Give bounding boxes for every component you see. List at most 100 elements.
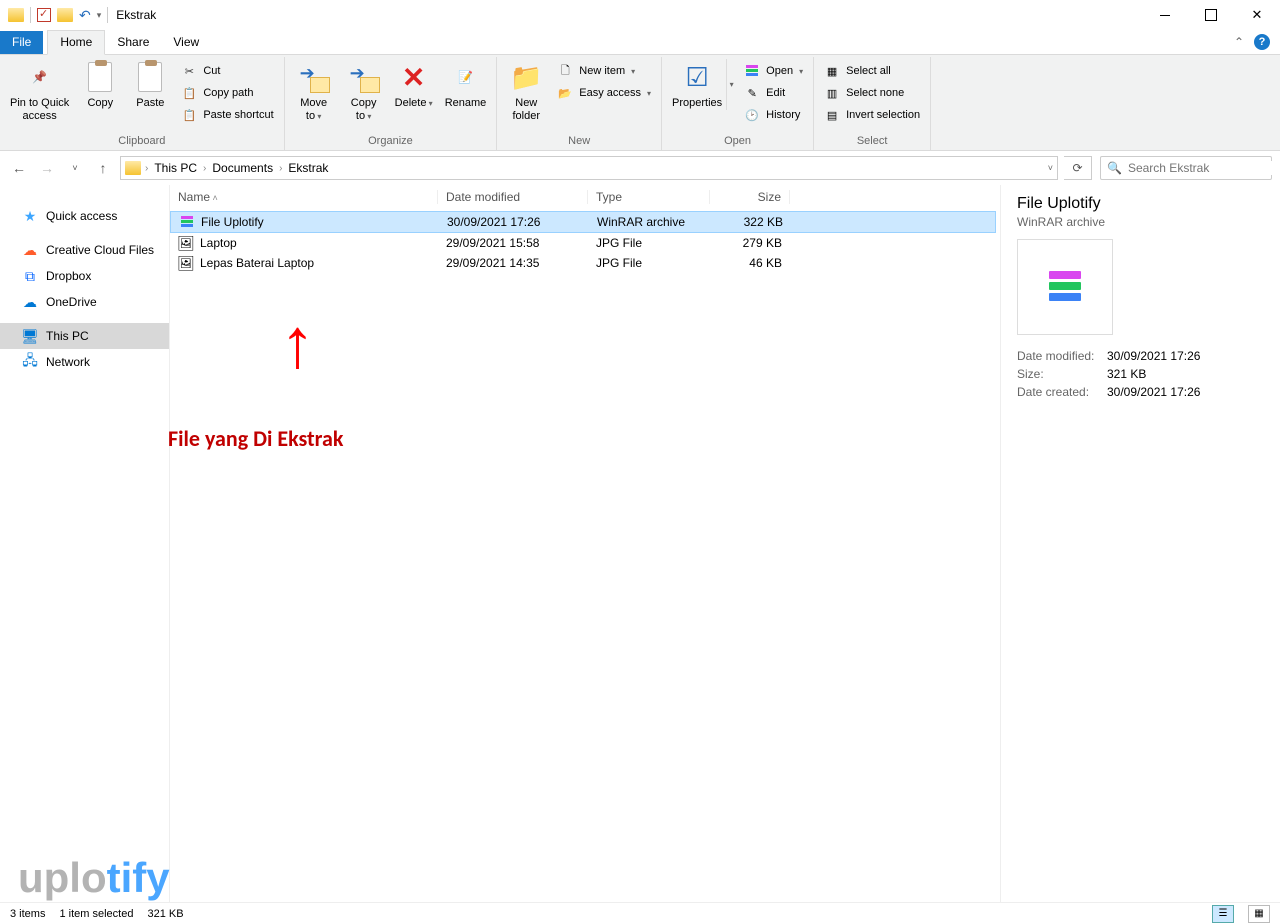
copy-button[interactable]: Copy: [77, 59, 123, 110]
sidebar-item-creative-cloud-files[interactable]: ☁Creative Cloud Files: [0, 237, 169, 263]
chevron-icon[interactable]: ›: [203, 163, 206, 174]
sidebar-item-label: Network: [46, 355, 90, 369]
window-title: Ekstrak: [116, 8, 156, 22]
file-row[interactable]: Lepas Baterai Laptop29/09/2021 14:35JPG …: [170, 253, 996, 273]
move-to-button[interactable]: ➔ Move to: [291, 59, 337, 123]
edit-icon: ✎: [744, 85, 760, 101]
file-type: JPG File: [588, 236, 710, 250]
pin-icon: [24, 61, 56, 93]
file-list: File Uplotify30/09/2021 17:26WinRAR arch…: [170, 209, 996, 273]
qat-folder-icon[interactable]: [8, 8, 24, 22]
select-all-button[interactable]: ▦Select all: [822, 61, 922, 81]
sidebar-item-label: Creative Cloud Files: [46, 243, 154, 257]
copy-path-button[interactable]: 📋Copy path: [179, 83, 275, 103]
up-button[interactable]: ↑: [92, 157, 114, 179]
network-icon: 🖧: [22, 354, 38, 370]
qat-separator: [30, 7, 31, 23]
pin-quick-access-button[interactable]: Pin to Quick access: [6, 59, 73, 123]
qat-undo-icon[interactable]: ↶: [79, 7, 91, 24]
new-folder-button[interactable]: 📁 New folder: [503, 59, 549, 123]
details-value: 30/09/2021 17:26: [1107, 385, 1200, 399]
edit-button[interactable]: ✎Edit: [742, 83, 805, 103]
paste-shortcut-button[interactable]: 📋Paste shortcut: [179, 105, 275, 125]
collapse-ribbon-icon[interactable]: [1234, 35, 1244, 49]
open-icon: [744, 63, 760, 79]
column-headers: Name Date modified Type Size: [170, 185, 996, 209]
paste-button[interactable]: Paste: [127, 59, 173, 110]
tab-home[interactable]: Home: [47, 30, 105, 55]
breadcrumb-thispc[interactable]: This PC: [152, 161, 199, 175]
rename-button[interactable]: 📝 Rename: [441, 59, 491, 110]
search-box[interactable]: 🔍: [1100, 156, 1272, 180]
cut-button[interactable]: Cut: [179, 61, 275, 81]
new-item-icon: 🗋: [557, 63, 573, 79]
back-button[interactable]: ←: [8, 157, 30, 179]
column-type[interactable]: Type: [588, 190, 710, 204]
qat-separator-2: [107, 7, 108, 23]
sidebar-item-network[interactable]: 🖧 Network: [0, 349, 169, 375]
group-clipboard-label: Clipboard: [6, 133, 278, 150]
refresh-button[interactable]: ⟳: [1064, 156, 1092, 180]
file-list-pane: Name Date modified Type Size File Uploti…: [170, 185, 1000, 904]
annotation-arrow: ↑: [280, 315, 315, 371]
sidebar-item-onedrive[interactable]: ☁OneDrive: [0, 289, 169, 315]
copy-to-icon: ➔: [348, 61, 380, 93]
file-row[interactable]: Laptop29/09/2021 15:58JPG File279 KB: [170, 233, 996, 253]
search-icon: 🔍: [1107, 161, 1122, 175]
minimize-button[interactable]: [1142, 0, 1188, 30]
qat-dropdown-icon[interactable]: ▾: [97, 10, 102, 21]
ribbon-tabs: File Home Share View ?: [0, 30, 1280, 55]
invert-selection-button[interactable]: ▤Invert selection: [822, 105, 922, 125]
rar-icon: [1043, 265, 1087, 309]
qat-newfolder-icon[interactable]: [57, 8, 73, 22]
breadcrumb-documents[interactable]: Documents: [210, 161, 275, 175]
column-size[interactable]: Size: [710, 190, 790, 204]
properties-dropdown[interactable]: [726, 59, 736, 110]
properties-button[interactable]: ☑ Properties: [668, 59, 726, 110]
chevron-icon[interactable]: ›: [145, 163, 148, 174]
open-button[interactable]: Open: [742, 61, 805, 81]
watermark: uplotify: [18, 854, 170, 902]
qat-properties-icon[interactable]: [37, 8, 51, 22]
tab-file[interactable]: File: [0, 31, 43, 54]
sidebar-item-dropbox[interactable]: ⧉Dropbox: [0, 263, 169, 289]
status-bar: 3 items 1 item selected 321 KB ☰ ▦: [0, 902, 1280, 924]
file-type: JPG File: [588, 256, 710, 270]
tab-view[interactable]: View: [161, 31, 211, 54]
delete-icon: ✕: [398, 61, 430, 93]
copy-path-icon: 📋: [181, 85, 197, 101]
select-none-button[interactable]: ▥Select none: [822, 83, 922, 103]
file-date: 29/09/2021 15:58: [438, 236, 588, 250]
close-button[interactable]: [1234, 0, 1280, 30]
history-button[interactable]: 🕑History: [742, 105, 805, 125]
main: ★Quick access ☁Creative Cloud Files⧉Dropb…: [0, 185, 1280, 904]
sidebar-item-this-pc[interactable]: 🖥This PC: [0, 323, 169, 349]
delete-button[interactable]: ✕ Delete: [391, 59, 437, 110]
invert-selection-icon: ▤: [824, 107, 840, 123]
group-organize-label: Organize: [291, 133, 491, 150]
search-input[interactable]: [1128, 161, 1280, 175]
copy-to-button[interactable]: ➔ Copy to: [341, 59, 387, 123]
address-folder-icon: [125, 161, 141, 175]
sidebar-item-quick-access[interactable]: ★Quick access: [0, 203, 169, 229]
easy-access-button[interactable]: 📂Easy access: [555, 83, 653, 103]
details-view-button[interactable]: ☰: [1212, 905, 1234, 923]
maximize-button[interactable]: [1188, 0, 1234, 30]
tab-share[interactable]: Share: [105, 31, 161, 54]
file-size: 279 KB: [710, 236, 790, 250]
details-pane: File Uplotify WinRAR archive Date modifi…: [1000, 185, 1280, 904]
details-title: File Uplotify: [1017, 195, 1264, 213]
column-date[interactable]: Date modified: [438, 190, 588, 204]
forward-button[interactable]: →: [36, 157, 58, 179]
chevron-icon[interactable]: ›: [279, 163, 282, 174]
breadcrumb-ekstrak[interactable]: Ekstrak: [286, 161, 330, 175]
help-icon[interactable]: ?: [1254, 34, 1270, 50]
file-row[interactable]: File Uplotify30/09/2021 17:26WinRAR arch…: [170, 211, 996, 233]
address-bar[interactable]: › This PC › Documents › Ekstrak ˅: [120, 156, 1058, 180]
thumbnails-view-button[interactable]: ▦: [1248, 905, 1270, 923]
address-dropdown-icon[interactable]: ˅: [1048, 163, 1053, 173]
new-item-button[interactable]: 🗋New item: [555, 61, 653, 81]
column-name[interactable]: Name: [170, 190, 438, 204]
star-icon: ★: [22, 208, 38, 224]
recent-dropdown[interactable]: ˅: [64, 157, 86, 179]
